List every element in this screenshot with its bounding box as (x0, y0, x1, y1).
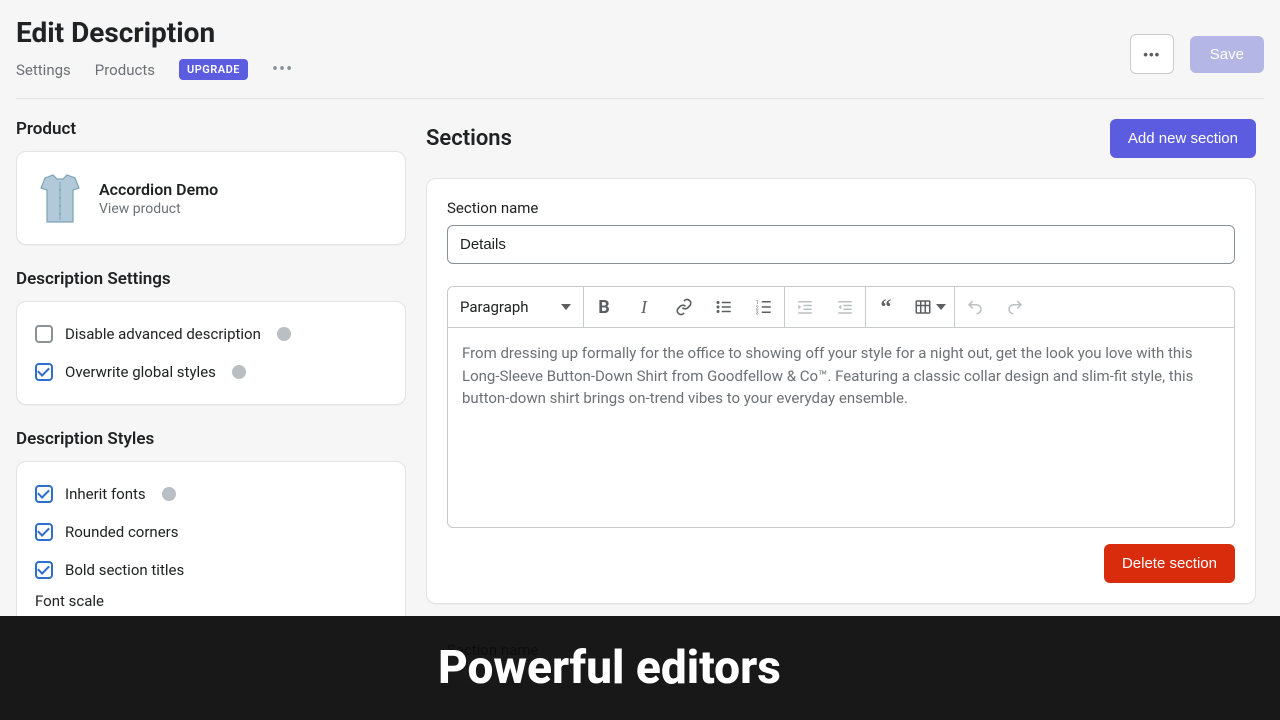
promo-banner-text: Powerful editors (438, 641, 781, 695)
indent-icon[interactable] (825, 287, 865, 327)
overwrite-styles-checkbox[interactable] (35, 363, 53, 381)
inherit-fonts-label: Inherit fonts (65, 485, 146, 503)
rounded-corners-label: Rounded corners (65, 523, 179, 541)
editor-toolbar: Paragraph B I 123 (447, 286, 1235, 328)
redo-icon[interactable] (995, 287, 1035, 327)
bullet-list-icon[interactable] (704, 287, 744, 327)
undo-icon[interactable] (955, 287, 995, 327)
info-icon[interactable] (277, 327, 291, 341)
numbered-list-icon[interactable]: 123 (744, 287, 784, 327)
section-editor: Section name Paragraph B I (426, 178, 1256, 604)
product-heading: Product (16, 119, 406, 139)
table-icon[interactable] (906, 287, 954, 327)
more-actions-button[interactable]: ••• (1130, 34, 1174, 74)
nav-more-icon[interactable]: ••• (272, 59, 293, 80)
format-select-label: Paragraph (460, 298, 529, 316)
svg-text:3: 3 (756, 311, 759, 317)
inherit-fonts-checkbox[interactable] (35, 485, 53, 503)
product-card[interactable]: Accordion Demo View product (16, 151, 406, 245)
overwrite-styles-label: Overwrite global styles (65, 363, 216, 381)
format-select[interactable]: Paragraph (448, 287, 583, 327)
info-icon[interactable] (162, 487, 176, 501)
chevron-down-icon (561, 304, 571, 310)
link-icon[interactable] (664, 287, 704, 327)
product-thumbnail (35, 170, 85, 226)
promo-banner: Powerful editors (0, 616, 1280, 720)
disable-advanced-label: Disable advanced description (65, 325, 261, 343)
product-name: Accordion Demo (99, 180, 218, 199)
save-button[interactable]: Save (1190, 36, 1264, 73)
disable-advanced-checkbox[interactable] (35, 325, 53, 343)
nav-products[interactable]: Products (95, 61, 155, 79)
section-name-input[interactable] (447, 225, 1235, 264)
editor-textarea[interactable]: From dressing up formally for the office… (447, 328, 1235, 528)
outdent-icon[interactable] (785, 287, 825, 327)
divider (16, 98, 1264, 99)
delete-section-button[interactable]: Delete section (1104, 544, 1235, 583)
chevron-down-icon (936, 304, 946, 310)
bold-icon[interactable]: B (584, 287, 624, 327)
bold-titles-label: Bold section titles (65, 561, 184, 579)
bold-titles-checkbox[interactable] (35, 561, 53, 579)
font-scale-label: Font scale (35, 584, 387, 610)
section-name-label: Section name (447, 199, 1235, 217)
quote-icon[interactable]: “ (866, 287, 906, 327)
italic-icon[interactable]: I (624, 287, 664, 327)
page-title: Edit Description (16, 16, 293, 49)
add-section-button[interactable]: Add new section (1110, 119, 1256, 158)
nav-settings[interactable]: Settings (16, 61, 71, 79)
upgrade-badge[interactable]: UPGRADE (179, 59, 248, 80)
info-icon[interactable] (232, 365, 246, 379)
view-product-link[interactable]: View product (99, 201, 218, 217)
description-settings-heading: Description Settings (16, 269, 406, 289)
sections-heading: Sections (426, 126, 512, 151)
rounded-corners-checkbox[interactable] (35, 523, 53, 541)
description-styles-heading: Description Styles (16, 429, 406, 449)
